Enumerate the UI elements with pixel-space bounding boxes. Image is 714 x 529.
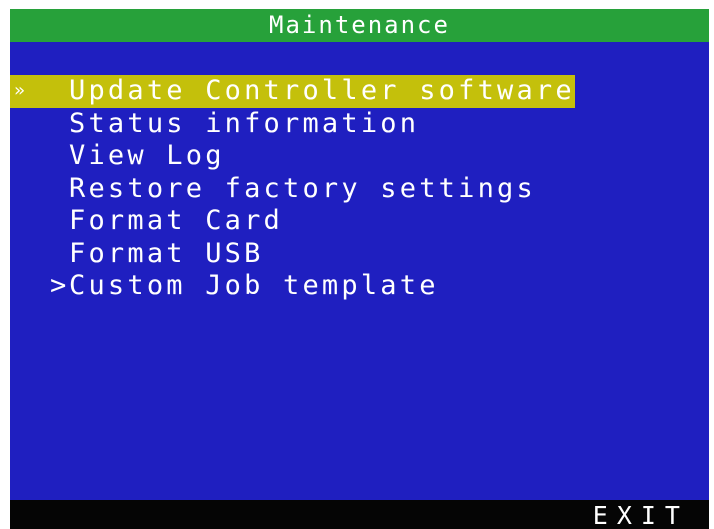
menu-item-update-controller-software[interactable]: » Update Controller software	[10, 75, 575, 108]
menu-item-view-log[interactable]: View Log	[10, 140, 709, 173]
maintenance-screen: Maintenance » Update Controller software…	[10, 9, 709, 529]
menu-item-label: Status information	[69, 107, 420, 139]
title-bar: Maintenance	[10, 9, 709, 42]
menu-item-label: Format Card	[69, 205, 284, 236]
menu-item-label: Update Controller software	[69, 75, 575, 106]
exit-button[interactable]: EXIT	[593, 500, 689, 529]
menu-item-status-information[interactable]: Status information	[10, 108, 709, 141]
menu-item-format-usb[interactable]: Format USB	[10, 238, 709, 271]
menu-item-label: Format USB	[69, 237, 264, 269]
menu-item-format-card[interactable]: Format Card	[10, 205, 709, 238]
menu-item-restore-factory-settings[interactable]: Restore factory settings	[10, 173, 709, 206]
selection-cursor-icon: »	[14, 80, 25, 101]
menu-item-label: Custom Job template	[69, 270, 439, 301]
footer-bar: EXIT	[10, 500, 709, 529]
menu-item-label: View Log	[69, 140, 225, 171]
menu-item-label: Restore factory settings	[69, 172, 536, 204]
menu-item-custom-job-template[interactable]: > Custom Job template	[10, 270, 709, 303]
maintenance-menu: » Update Controller software Status info…	[10, 75, 709, 303]
page-title: Maintenance	[269, 11, 450, 39]
submenu-arrow-icon: >	[50, 270, 67, 301]
